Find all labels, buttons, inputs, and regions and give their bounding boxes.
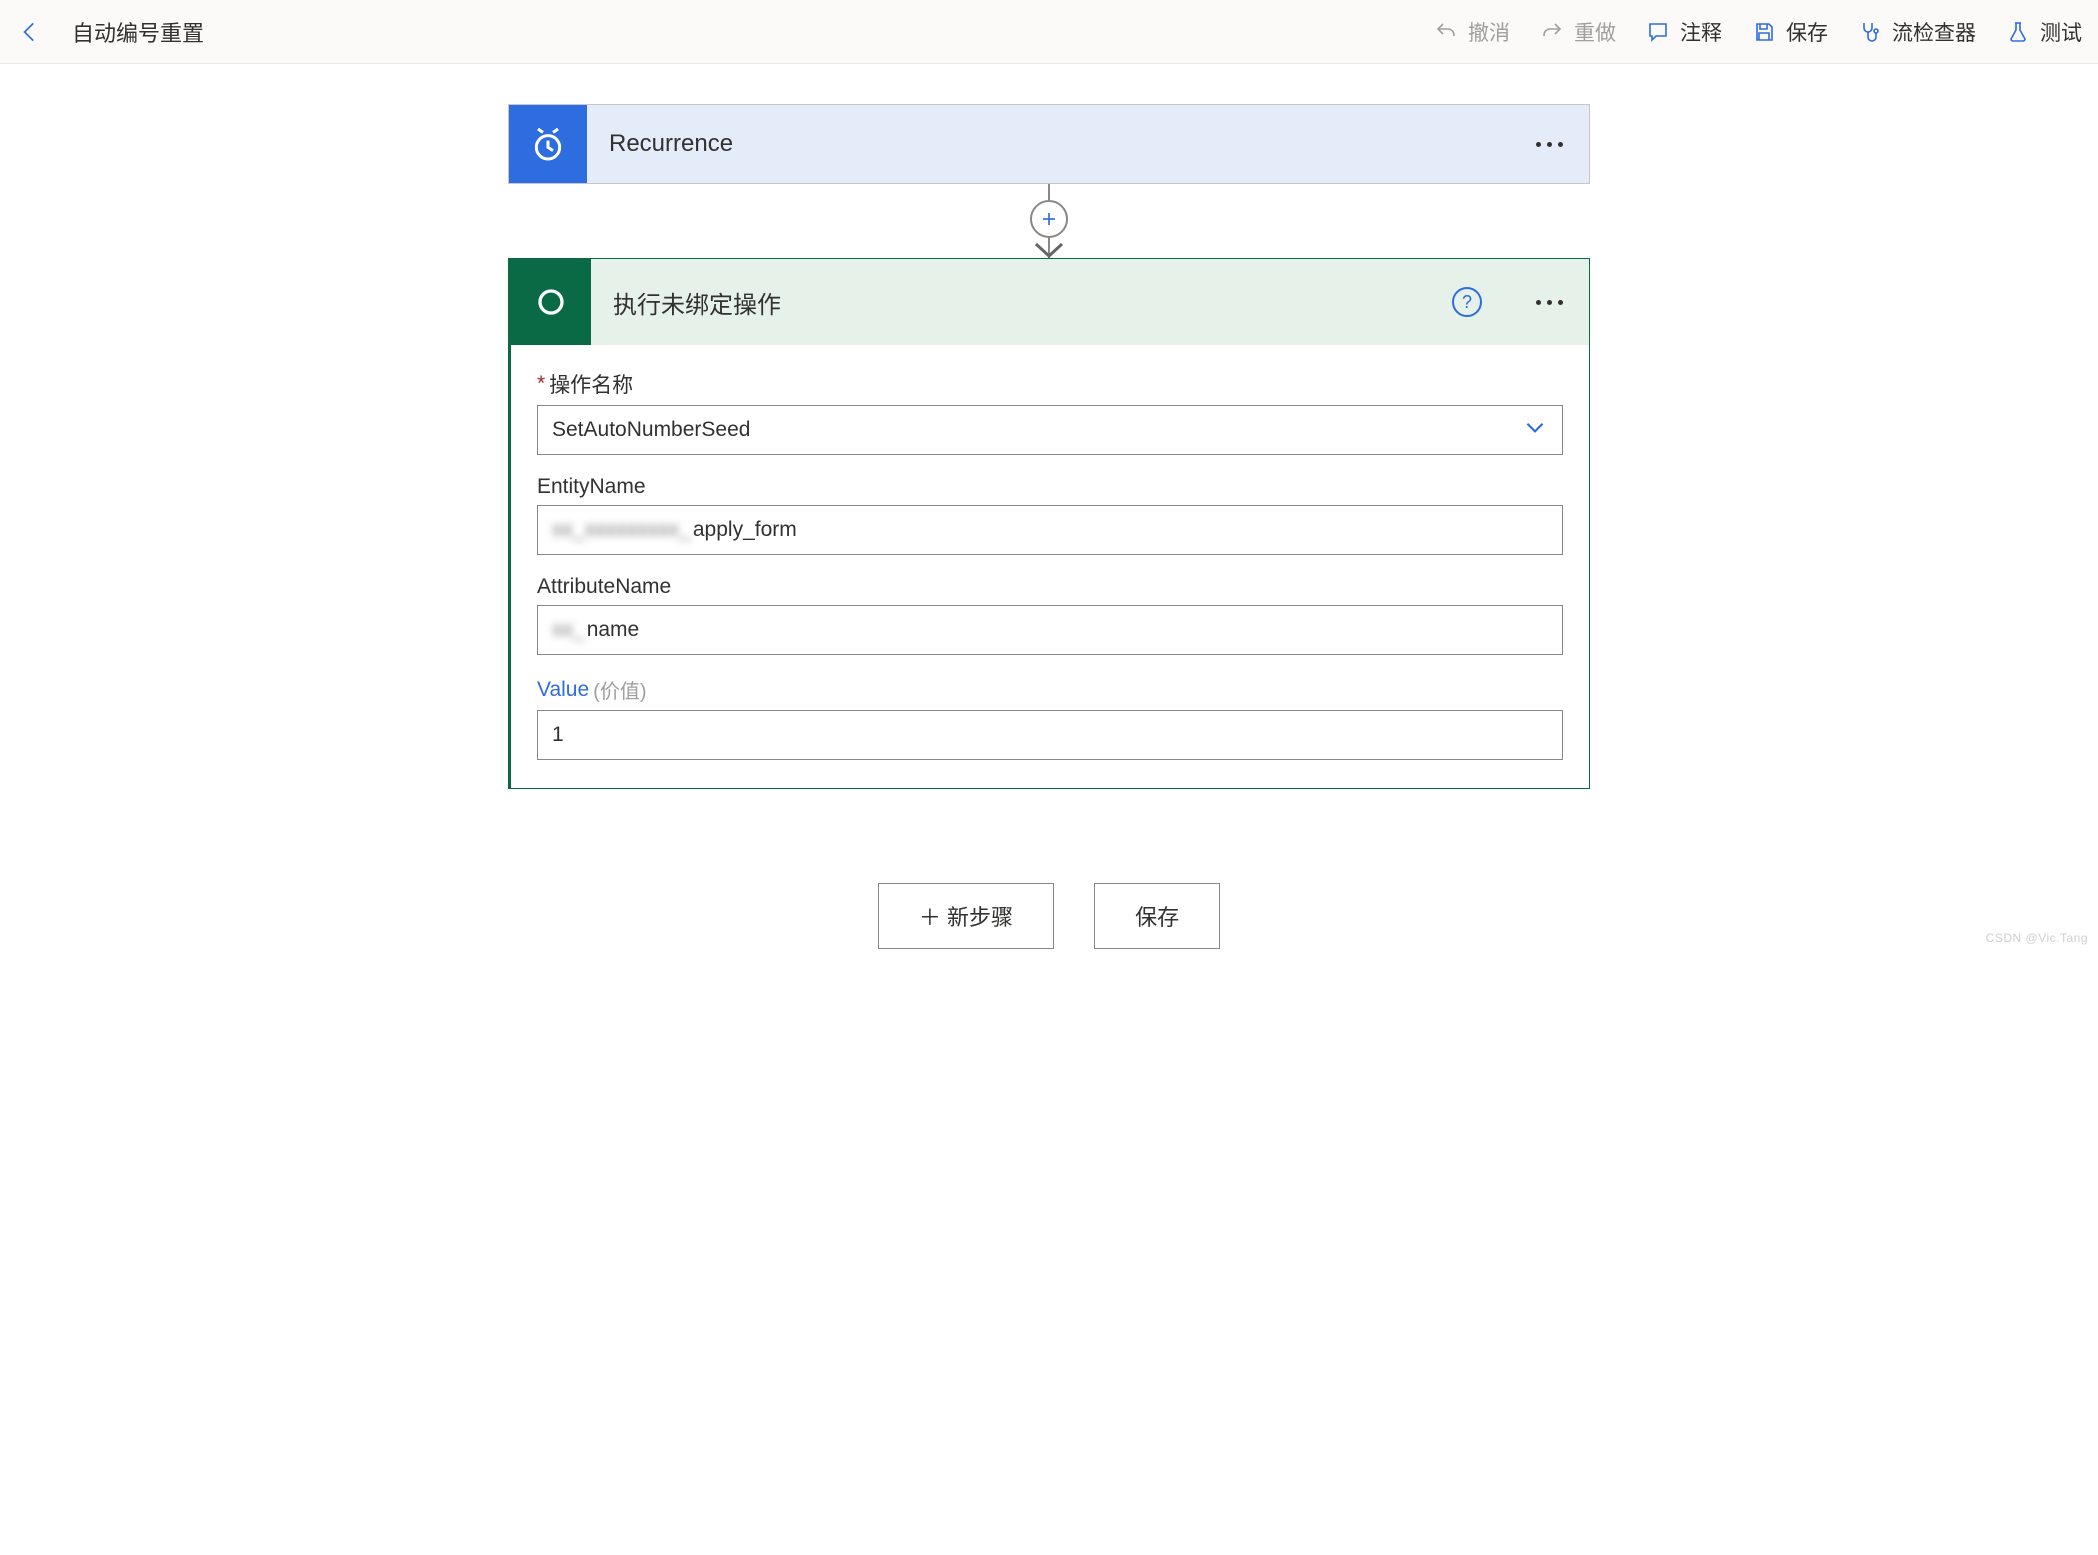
undo-button: 撤消: [1434, 17, 1510, 47]
beaker-icon: [2006, 20, 2030, 44]
action-card[interactable]: 执行未绑定操作 ? * 操作名称 SetAutoNumberSeed: [508, 258, 1590, 789]
footer-buttons: ＋ 新步骤 保存: [878, 883, 1220, 949]
entityname-suffix: apply_form: [693, 518, 797, 542]
undo-label: 撤消: [1468, 17, 1510, 47]
redo-icon: [1540, 20, 1564, 44]
flow-checker-button[interactable]: 流检查器: [1858, 17, 1976, 47]
action-title: 执行未绑定操作: [591, 285, 1452, 320]
entityname-blurred-prefix: xx_xxxxxxxxx_: [552, 518, 691, 542]
value-text: 1: [552, 723, 564, 747]
comment-button[interactable]: 注释: [1646, 17, 1722, 47]
action-card-container: 执行未绑定操作 ? * 操作名称 SetAutoNumberSeed: [508, 258, 1590, 789]
add-step-button[interactable]: [1030, 200, 1068, 238]
field-attributename: AttributeName xx_name: [537, 575, 1563, 655]
connector: [1048, 184, 1050, 258]
value-input[interactable]: 1: [537, 710, 1563, 760]
test-label: 测试: [2040, 17, 2082, 47]
top-toolbar: 自动编号重置 撤消 重做 注释 保存: [0, 0, 2098, 64]
stethoscope-icon: [1858, 20, 1882, 44]
back-button[interactable]: [16, 18, 44, 46]
recurrence-icon-box: [509, 105, 587, 183]
save-button[interactable]: 保存: [1752, 17, 1828, 47]
field-operation: * 操作名称 SetAutoNumberSeed: [537, 369, 1563, 455]
plus-icon: [1040, 210, 1058, 228]
attributename-blurred-prefix: xx_: [552, 618, 585, 642]
flow-checker-label: 流检查器: [1892, 17, 1976, 47]
arrow-down-icon: [1032, 240, 1066, 260]
recurrence-header: Recurrence: [509, 105, 1589, 183]
save-label: 保存: [1786, 17, 1828, 47]
undo-icon: [1434, 20, 1458, 44]
comment-label: 注释: [1680, 17, 1722, 47]
value-label-text: Value: [537, 678, 589, 702]
new-step-button[interactable]: ＋ 新步骤: [878, 883, 1054, 949]
attributename-suffix: name: [587, 618, 640, 642]
test-button[interactable]: 测试: [2006, 17, 2082, 47]
recurrence-card-container: Recurrence: [508, 104, 1590, 184]
plus-text: ＋: [919, 905, 947, 930]
back-arrow-icon: [17, 19, 43, 45]
action-body: * 操作名称 SetAutoNumberSeed EntityName xx_x…: [511, 345, 1589, 788]
help-icon: ?: [1462, 292, 1472, 313]
comment-icon: [1646, 20, 1670, 44]
page-title: 自动编号重置: [72, 16, 204, 48]
value-label: Value(价值): [537, 675, 1563, 704]
action-icon-box: [511, 259, 591, 345]
required-mark: *: [537, 372, 545, 396]
action-menu[interactable]: [1510, 300, 1589, 305]
help-button[interactable]: ?: [1452, 287, 1482, 317]
flow-canvas: Recurrence 执行未绑定操作: [0, 64, 2098, 1029]
operation-value: SetAutoNumberSeed: [552, 418, 750, 442]
attributename-label: AttributeName: [537, 575, 1563, 599]
footer-save-button[interactable]: 保存: [1094, 883, 1220, 949]
more-icon: [1536, 300, 1563, 305]
new-step-label: 新步骤: [947, 905, 1013, 930]
clock-icon: [528, 124, 568, 164]
attributename-input[interactable]: xx_name: [537, 605, 1563, 655]
toolbar-left: 自动编号重置: [16, 16, 204, 48]
entityname-input[interactable]: xx_xxxxxxxxx_apply_form: [537, 505, 1563, 555]
redo-label: 重做: [1574, 17, 1616, 47]
watermark: CSDN @Vic.Tang: [1986, 931, 2088, 945]
more-icon: [1536, 142, 1563, 147]
recurrence-menu[interactable]: [1510, 142, 1589, 147]
dataverse-icon: [529, 280, 573, 324]
recurrence-card[interactable]: Recurrence: [508, 104, 1590, 184]
footer-save-label: 保存: [1135, 905, 1179, 930]
recurrence-title: Recurrence: [587, 130, 1510, 158]
chevron-down-icon: [1522, 414, 1548, 446]
field-entityname: EntityName xx_xxxxxxxxx_apply_form: [537, 475, 1563, 555]
operation-label-text: 操作名称: [549, 369, 633, 399]
field-value: Value(价值) 1: [537, 675, 1563, 760]
operation-select[interactable]: SetAutoNumberSeed: [537, 405, 1563, 455]
redo-button: 重做: [1540, 17, 1616, 47]
operation-label: * 操作名称: [537, 369, 1563, 399]
action-header: 执行未绑定操作 ?: [511, 259, 1589, 345]
save-icon: [1752, 20, 1776, 44]
toolbar-right: 撤消 重做 注释 保存 流检查器: [1434, 17, 2082, 47]
entityname-label: EntityName: [537, 475, 1563, 499]
value-label-paren: (价值): [593, 675, 646, 704]
